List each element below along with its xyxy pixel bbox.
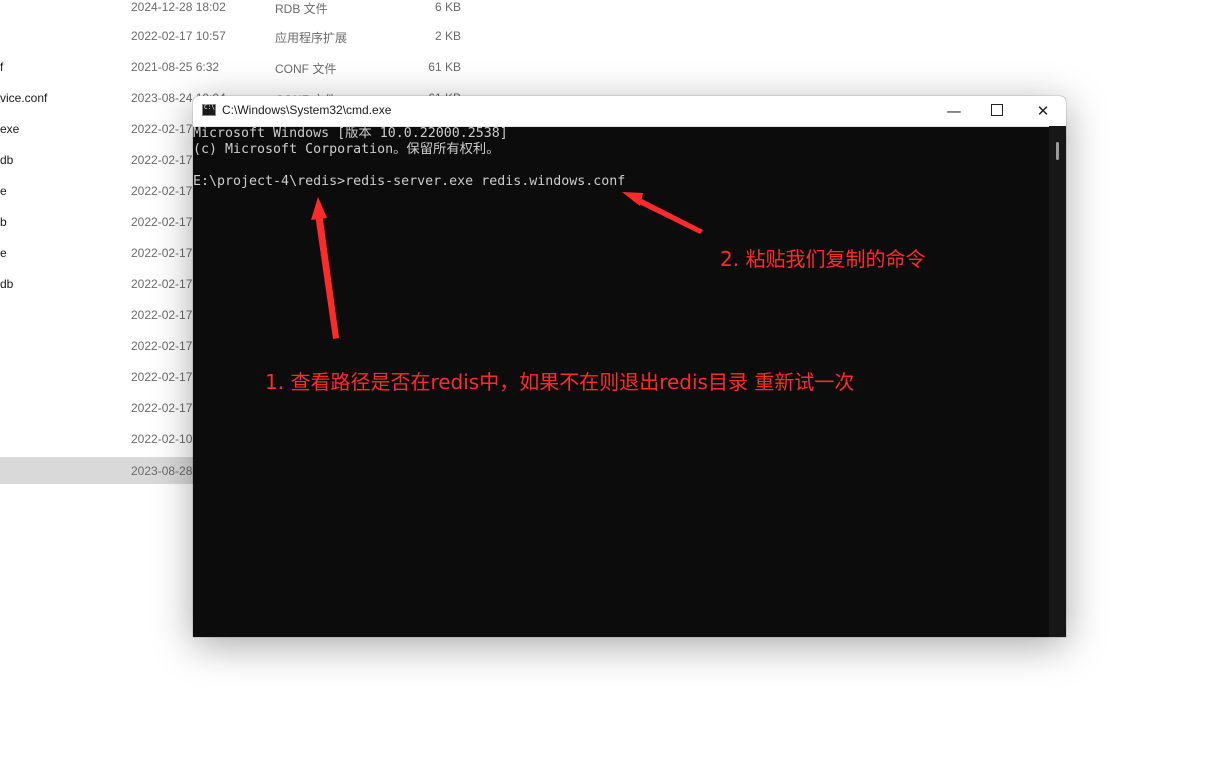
close-button[interactable]: ✕ xyxy=(1020,96,1066,126)
minimize-icon: — xyxy=(946,102,962,120)
title-bar[interactable]: C:\Windows\System32\cmd.exe — ✕ xyxy=(193,96,1066,127)
file-date: 2022-02-17 xyxy=(131,401,193,415)
file-date: 2024-12-28 18:02 xyxy=(131,0,226,14)
console-prompt-line: E:\project-4\redis>redis-server.exe redi… xyxy=(193,174,626,189)
file-type: 应用程序扩展 xyxy=(275,31,348,45)
vertical-scrollbar[interactable] xyxy=(1049,126,1066,637)
file-date: 2022-02-17 xyxy=(131,308,193,322)
file-date: 2022-02-17 xyxy=(131,184,193,198)
close-icon: ✕ xyxy=(1036,102,1050,120)
file-row[interactable]: 2024-12-28 18:02 RDB 文件 6 KB xyxy=(0,0,480,16)
file-date: 2022-02-17 xyxy=(131,215,193,229)
file-name: f xyxy=(0,60,4,74)
maximize-icon xyxy=(991,104,1003,116)
file-name: db xyxy=(0,277,14,291)
window-title: C:\Windows\System32\cmd.exe xyxy=(222,103,392,117)
file-name: vice.conf xyxy=(0,91,48,105)
file-size: 2 KB xyxy=(434,29,461,43)
maximize-button[interactable] xyxy=(974,96,1020,126)
minimize-button[interactable]: — xyxy=(931,96,977,126)
file-name: e xyxy=(0,246,7,260)
file-size: 6 KB xyxy=(434,0,461,14)
console-line: (c) Microsoft Corporation。保留所有权利。 xyxy=(193,142,500,157)
file-row[interactable]: f 2021-08-25 6:32 CONF 文件 61 KB xyxy=(0,60,480,87)
screen: 2024-12-28 18:02 RDB 文件 6 KB 2022-02-17 … xyxy=(0,0,1205,772)
file-date: 2021-08-25 6:32 xyxy=(131,60,220,74)
file-type: RDB 文件 xyxy=(275,2,328,16)
file-date: 2022-02-17 xyxy=(131,246,193,260)
file-type: CONF 文件 xyxy=(275,62,337,76)
scrollbar-thumb[interactable] xyxy=(1056,142,1059,160)
file-date: 2022-02-10 xyxy=(131,432,193,446)
file-date: 2022-02-17 xyxy=(131,339,193,353)
file-date: 2022-02-17 xyxy=(131,277,193,291)
file-name: db xyxy=(0,153,14,167)
file-name: exe xyxy=(0,122,20,136)
file-date: 2022-02-17 10:57 xyxy=(131,29,226,43)
file-date: 2022-02-17 xyxy=(131,122,193,136)
annotation-step-1: 1. 查看路径是否在redis中，如果不在则退出redis目录 重新试一次 xyxy=(265,370,855,394)
console-line: Microsoft Windows [版本 10.0.22000.2538] xyxy=(193,126,508,141)
file-row-selected[interactable]: 2023-08-28 xyxy=(0,457,200,484)
file-size: 61 KB xyxy=(428,60,461,74)
file-row[interactable]: 2022-02-17 10:57 应用程序扩展 2 KB xyxy=(0,29,480,56)
file-name: e xyxy=(0,184,7,198)
annotation-step-2: 2. 粘贴我们复制的命令 xyxy=(720,247,926,271)
file-date: 2022-02-17 xyxy=(131,153,193,167)
file-name: b xyxy=(0,215,7,229)
file-date: 2022-02-17 xyxy=(131,370,193,384)
cmd-app-icon[interactable] xyxy=(202,104,216,116)
file-date: 2023-08-28 xyxy=(131,464,193,478)
